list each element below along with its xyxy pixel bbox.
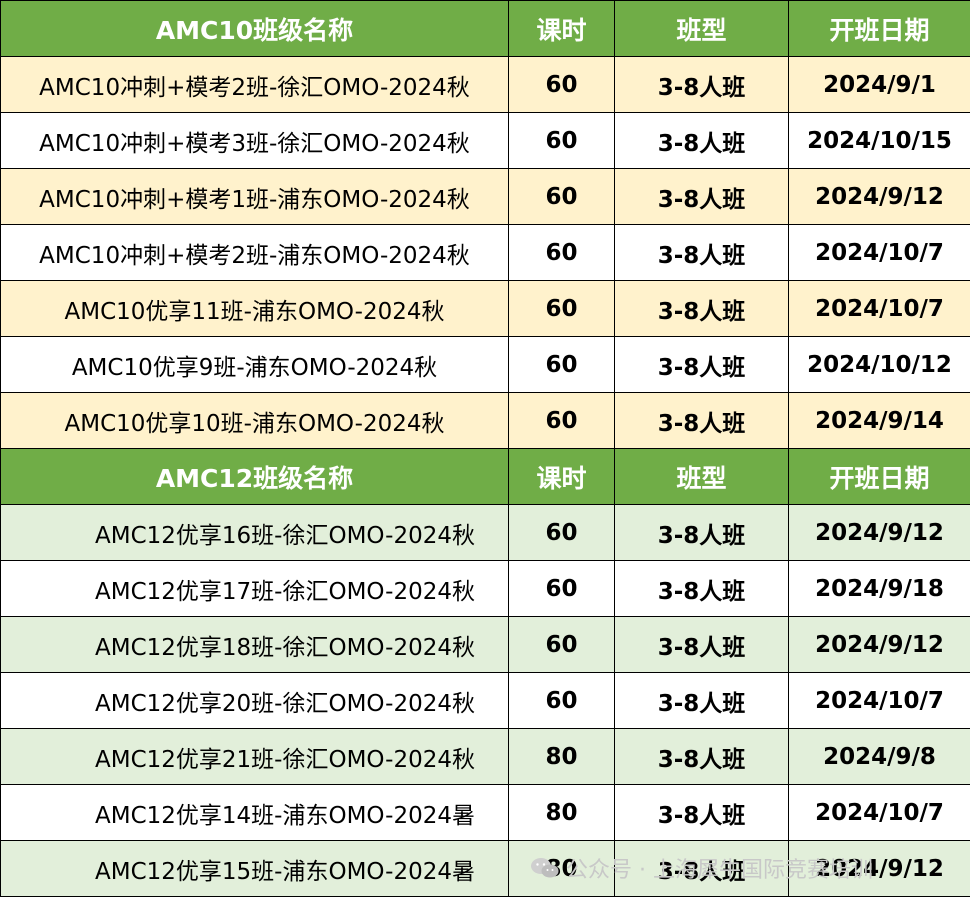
table-row: AMC10冲刺+模考2班-浦东OMO-2024秋 60 3-8人班 2024/1… (0, 224, 970, 281)
class-type-cell: 3-8人班 (614, 168, 789, 225)
start-date-cell: 2024/9/12 (788, 840, 970, 897)
hours-cell: 60 (508, 56, 615, 113)
class-type-cell: 3-8人班 (614, 280, 789, 337)
class-name-cell: AMC10冲刺+模考2班-浦东OMO-2024秋 (0, 224, 509, 281)
class-name-cell: AMC12优享17班-徐汇OMO-2024秋 (0, 560, 509, 617)
class-name-cell: AMC10冲刺+模考3班-徐汇OMO-2024秋 (0, 112, 509, 169)
start-date-cell: 2024/10/7 (788, 672, 970, 729)
start-date-cell: 2024/10/15 (788, 112, 970, 169)
class-name-cell: AMC10优享11班-浦东OMO-2024秋 (0, 280, 509, 337)
class-type-cell: 3-8人班 (614, 560, 789, 617)
table-row: AMC12优享17班-徐汇OMO-2024秋 60 3-8人班 2024/9/1… (0, 560, 970, 617)
amc12-name-header: AMC12班级名称 (0, 448, 509, 505)
start-date-cell: 2024/9/14 (788, 392, 970, 449)
class-type-cell: 3-8人班 (614, 616, 789, 673)
table-row: AMC10优享9班-浦东OMO-2024秋 60 3-8人班 2024/10/1… (0, 336, 970, 393)
hours-cell: 60 (508, 280, 615, 337)
start-date-cell: 2024/9/12 (788, 504, 970, 561)
class-name-cell: AMC10冲刺+模考1班-浦东OMO-2024秋 (0, 168, 509, 225)
start-date-cell: 2024/10/7 (788, 784, 970, 841)
class-name-cell: AMC12优享15班-浦东OMO-2024暑 (0, 840, 509, 897)
start-date-cell: 2024/9/18 (788, 560, 970, 617)
start-date-cell: 2024/10/7 (788, 280, 970, 337)
start-date-cell: 2024/10/7 (788, 224, 970, 281)
amc12-header-row: AMC12班级名称 课时 班型 开班日期 (0, 448, 970, 505)
amc10-type-header: 班型 (614, 0, 789, 57)
class-type-cell: 3-8人班 (614, 336, 789, 393)
table-row: AMC10冲刺+模考1班-浦东OMO-2024秋 60 3-8人班 2024/9… (0, 168, 970, 225)
amc10-name-header: AMC10班级名称 (0, 0, 509, 57)
hours-cell: 60 (508, 672, 615, 729)
amc10-start-header: 开班日期 (788, 0, 970, 57)
hours-cell: 80 (508, 784, 615, 841)
class-type-cell: 3-8人班 (614, 392, 789, 449)
class-name-cell: AMC12优享20班-徐汇OMO-2024秋 (0, 672, 509, 729)
hours-cell: 60 (508, 168, 615, 225)
class-name-cell: AMC10冲刺+模考2班-徐汇OMO-2024秋 (0, 56, 509, 113)
class-name-cell: AMC12优享14班-浦东OMO-2024暑 (0, 784, 509, 841)
amc10-header-row: AMC10班级名称 课时 班型 开班日期 (0, 0, 970, 57)
class-name-cell: AMC12优享18班-徐汇OMO-2024秋 (0, 616, 509, 673)
table-row: AMC10优享10班-浦东OMO-2024秋 60 3-8人班 2024/9/1… (0, 392, 970, 449)
hours-cell: 60 (508, 504, 615, 561)
table-row: AMC12优享21班-徐汇OMO-2024秋 80 3-8人班 2024/9/8 (0, 728, 970, 785)
hours-cell: 80 (508, 728, 615, 785)
class-type-cell: 3-8人班 (614, 784, 789, 841)
hours-cell: 60 (508, 224, 615, 281)
class-name-cell: AMC10优享9班-浦东OMO-2024秋 (0, 336, 509, 393)
class-name-cell: AMC10优享10班-浦东OMO-2024秋 (0, 392, 509, 449)
table-row: AMC10冲刺+模考2班-徐汇OMO-2024秋 60 3-8人班 2024/9… (0, 56, 970, 113)
table-row: AMC10冲刺+模考3班-徐汇OMO-2024秋 60 3-8人班 2024/1… (0, 112, 970, 169)
class-type-cell: 3-8人班 (614, 840, 789, 897)
start-date-cell: 2024/9/12 (788, 616, 970, 673)
start-date-cell: 2024/9/8 (788, 728, 970, 785)
amc12-type-header: 班型 (614, 448, 789, 505)
table-row: AMC12优享15班-浦东OMO-2024暑 80 3-8人班 2024/9/1… (0, 840, 970, 897)
hours-cell: 60 (508, 112, 615, 169)
hours-cell: 60 (508, 616, 615, 673)
class-type-cell: 3-8人班 (614, 728, 789, 785)
table-row: AMC10优享11班-浦东OMO-2024秋 60 3-8人班 2024/10/… (0, 280, 970, 337)
amc10-hours-header: 课时 (508, 0, 615, 57)
class-type-cell: 3-8人班 (614, 224, 789, 281)
class-type-cell: 3-8人班 (614, 672, 789, 729)
start-date-cell: 2024/10/12 (788, 336, 970, 393)
amc12-start-header: 开班日期 (788, 448, 970, 505)
class-type-cell: 3-8人班 (614, 504, 789, 561)
class-name-cell: AMC12优享16班-徐汇OMO-2024秋 (0, 504, 509, 561)
class-type-cell: 3-8人班 (614, 112, 789, 169)
class-type-cell: 3-8人班 (614, 56, 789, 113)
class-name-cell: AMC12优享21班-徐汇OMO-2024秋 (0, 728, 509, 785)
table-row: AMC12优享16班-徐汇OMO-2024秋 60 3-8人班 2024/9/1… (0, 504, 970, 561)
table-row: AMC12优享14班-浦东OMO-2024暑 80 3-8人班 2024/10/… (0, 784, 970, 841)
hours-cell: 60 (508, 392, 615, 449)
start-date-cell: 2024/9/1 (788, 56, 970, 113)
hours-cell: 60 (508, 336, 615, 393)
start-date-cell: 2024/9/12 (788, 168, 970, 225)
table-row: AMC12优享18班-徐汇OMO-2024秋 60 3-8人班 2024/9/1… (0, 616, 970, 673)
amc12-hours-header: 课时 (508, 448, 615, 505)
hours-cell: 60 (508, 560, 615, 617)
table-row: AMC12优享20班-徐汇OMO-2024秋 60 3-8人班 2024/10/… (0, 672, 970, 729)
hours-cell: 80 (508, 840, 615, 897)
class-schedule-table: AMC10班级名称 课时 班型 开班日期 AMC10冲刺+模考2班-徐汇OMO-… (0, 0, 970, 897)
